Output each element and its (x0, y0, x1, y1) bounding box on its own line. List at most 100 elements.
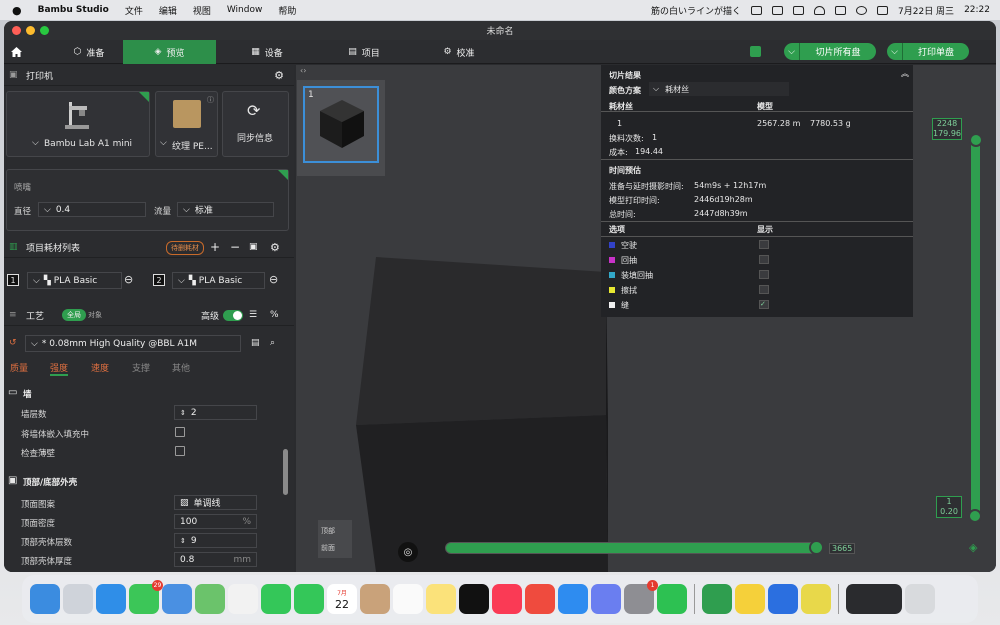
menubar-date[interactable]: 7月22日 周三 (898, 4, 954, 17)
tab-support[interactable]: 支撑 (132, 361, 150, 374)
app-icon-lemon[interactable] (801, 584, 831, 614)
wall-loops-spinner[interactable]: ⇕ 2 (174, 405, 257, 420)
layer-slider-bottom-thumb[interactable] (968, 509, 982, 523)
tab-project[interactable]: ▤ 项目 (339, 40, 389, 64)
list-icon[interactable]: ☰ (249, 310, 257, 320)
home-button[interactable] (6, 40, 26, 64)
zoom-window-button[interactable] (40, 26, 49, 35)
detect-thin-wall-checkbox[interactable] (175, 446, 185, 456)
fit-view-icon[interactable]: ◎ (398, 542, 418, 562)
wifi-icon[interactable] (814, 5, 826, 15)
music-icon[interactable] (492, 584, 522, 614)
embed-walls-checkbox[interactable] (175, 427, 185, 437)
tab-device[interactable]: ▦ 设备 (242, 40, 292, 64)
filament-tag-badge[interactable]: 待删耗材 (166, 241, 204, 255)
horizontal-slider-thumb[interactable] (809, 540, 824, 555)
top-shell-thickness-input[interactable]: 0.8 mm (174, 552, 257, 567)
menu-help[interactable]: 帮助 (278, 4, 296, 17)
nozzle-diameter-select[interactable]: ⌵ 0.4 (38, 202, 146, 217)
app-store-icon[interactable] (558, 584, 588, 614)
close-window-button[interactable] (12, 26, 21, 35)
remove-filament-icon[interactable]: − (230, 240, 240, 254)
baidu-netdisk-icon[interactable] (768, 584, 798, 614)
plate-1-thumbnail[interactable]: 1 (303, 86, 379, 163)
trash-icon[interactable] (905, 584, 935, 614)
control-center-icon[interactable] (877, 5, 889, 15)
slice-all-button[interactable]: ⌵ 切片所有盘 (784, 43, 876, 60)
save-icon[interactable]: ▤ (251, 338, 260, 348)
add-filament-icon[interactable]: + (210, 240, 220, 254)
tab-prepare[interactable]: ⬡ 准备 (54, 40, 124, 64)
contacts-icon[interactable] (360, 584, 390, 614)
app-icon-yellow[interactable] (735, 584, 765, 614)
filament-sync-icon[interactable]: ▣ (249, 242, 258, 252)
advanced-toggle[interactable] (223, 310, 243, 321)
apple-icon[interactable]: ● (12, 4, 22, 17)
iphone-mirroring-icon[interactable] (591, 584, 621, 614)
rocket-app-icon[interactable] (525, 584, 555, 614)
now-playing-text[interactable]: 筋の白いラインが描く (651, 4, 741, 17)
plate-view-icon[interactable] (750, 46, 761, 57)
travel-display-checkbox[interactable] (759, 240, 769, 249)
app-menu[interactable]: Bambu Studio (38, 5, 109, 15)
menu-window[interactable]: Window (227, 5, 263, 15)
apple-tv-icon[interactable] (459, 584, 489, 614)
process-preset-select[interactable]: ⌵ * 0.08mm High Quality @BBL A1M (25, 335, 241, 352)
facetime-icon[interactable] (261, 584, 291, 614)
photos-icon[interactable] (228, 584, 258, 614)
sliced-cube-model[interactable] (346, 250, 616, 572)
3d-preview-viewport[interactable]: ‹› 1 顶部 前面 ◎ 3665 2248 179.96 1 0.20 ◈ 切片结… (296, 65, 996, 572)
filament-slot-2-select[interactable]: ⌵ ▚ PLA Basic (172, 272, 265, 289)
remove-slot-2-icon[interactable]: ⊖ (269, 273, 278, 286)
mail-icon[interactable] (162, 584, 192, 614)
top-pattern-select[interactable]: ▨ 单调线 (174, 495, 257, 510)
stepper-icon[interactable]: ⇕ (180, 409, 186, 417)
layers-toggle-icon[interactable]: ◈ (969, 541, 977, 554)
deretract-display-checkbox[interactable] (759, 270, 769, 279)
search-icon[interactable]: ⌕ (270, 338, 275, 348)
tab-other[interactable]: 其他 (172, 361, 190, 374)
maps-icon[interactable] (195, 584, 225, 614)
wipe-display-checkbox[interactable] (759, 285, 769, 294)
top-density-input[interactable]: 100% (174, 514, 257, 529)
horizontal-move-slider[interactable] (445, 542, 817, 554)
status-icon[interactable] (751, 5, 763, 15)
input-method-icon[interactable] (793, 5, 805, 15)
plate-type-card[interactable]: ⓘ ⌵ 纹理 PE... (155, 91, 218, 157)
collapse-sidebar-icon[interactable]: ‹› (300, 66, 306, 75)
view-orientation-cube[interactable]: 顶部 前面 (318, 520, 352, 558)
menu-view[interactable]: 视图 (193, 4, 211, 17)
collapse-panel-icon[interactable]: ︽ (901, 68, 909, 79)
menu-file[interactable]: 文件 (125, 4, 143, 17)
notes-icon[interactable] (426, 584, 456, 614)
wechat-icon[interactable] (657, 584, 687, 614)
printer-preset-card[interactable]: ⌵ Bambu Lab A1 mini (6, 91, 150, 157)
nozzle-flow-select[interactable]: ⌵ 标准 (177, 202, 274, 217)
reset-icon[interactable]: ↺ (9, 338, 17, 348)
stepper-icon[interactable]: ⇕ (180, 537, 186, 545)
retract-display-checkbox[interactable] (759, 255, 769, 264)
filament-slot-1-select[interactable]: ⌵ ▚ PLA Basic (27, 272, 122, 289)
print-plate-button[interactable]: ⌵ 打印单盘 (887, 43, 969, 60)
chevron-down-icon[interactable]: ⌵ (887, 43, 903, 60)
sync-info-button[interactable]: ⟳ 同步信息 (222, 91, 289, 157)
seam-display-checkbox[interactable]: ✓ (759, 300, 769, 309)
menubar-time[interactable]: 22:22 (964, 5, 990, 15)
phone-icon[interactable] (294, 584, 324, 614)
info-icon[interactable]: ⓘ (207, 95, 214, 105)
minimized-windows[interactable] (846, 584, 902, 614)
messages-icon[interactable]: 29 (129, 580, 163, 614)
layer-slider-track[interactable] (971, 140, 980, 515)
finder-icon[interactable] (30, 584, 60, 614)
minimize-window-button[interactable] (26, 26, 35, 35)
tab-calibration[interactable]: ⚙ 校准 (434, 40, 484, 64)
settings-scrollbar[interactable] (283, 449, 288, 495)
global-toggle[interactable]: 全局 (62, 309, 86, 321)
tab-speed[interactable]: 速度 (91, 361, 109, 374)
object-toggle[interactable]: 对象 (88, 310, 102, 320)
menu-edit[interactable]: 编辑 (159, 4, 177, 17)
bambu-studio-icon[interactable] (702, 584, 732, 614)
gear-icon[interactable]: ⚙ (274, 69, 284, 82)
remove-slot-1-icon[interactable]: ⊖ (124, 273, 133, 286)
chevron-down-icon[interactable]: ⌵ (784, 43, 800, 60)
